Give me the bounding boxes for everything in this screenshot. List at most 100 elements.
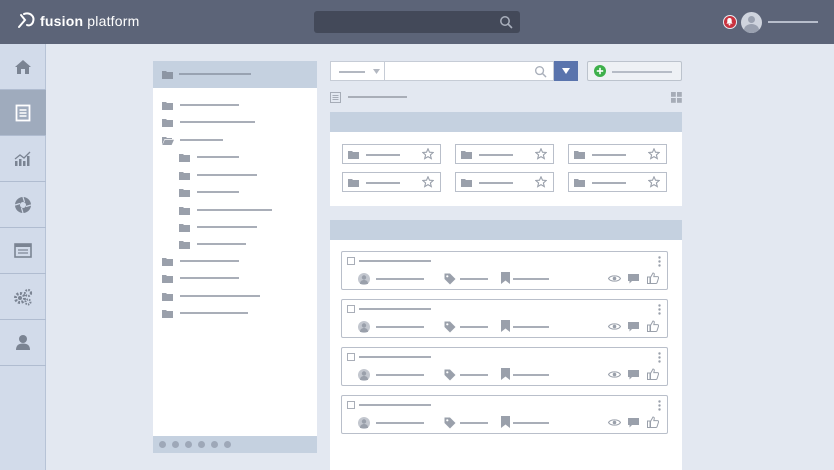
favorite-folder[interactable] <box>455 172 554 192</box>
favorites-panel <box>330 112 682 206</box>
tree-item-folder[interactable] <box>162 255 239 267</box>
more-vertical-icon[interactable] <box>658 256 661 267</box>
eye-icon[interactable] <box>608 370 621 379</box>
search-icon[interactable] <box>534 65 547 78</box>
favorite-folder[interactable] <box>455 144 554 164</box>
tree-item-folder[interactable] <box>162 272 239 284</box>
user-avatar[interactable] <box>741 12 762 33</box>
more-vertical-icon[interactable] <box>658 400 661 411</box>
folder-icon <box>461 179 472 187</box>
star-icon[interactable] <box>648 148 660 160</box>
tree-item-subfolder[interactable] <box>179 221 257 233</box>
content-search-input[interactable] <box>384 61 554 81</box>
list-item-card[interactable] <box>341 299 668 338</box>
thumbs-up-icon[interactable] <box>647 368 659 380</box>
favorite-folder[interactable] <box>568 144 667 164</box>
tag-icon[interactable] <box>444 273 456 285</box>
bookmark-icon[interactable] <box>501 272 510 284</box>
thumbs-up-icon[interactable] <box>647 272 659 284</box>
author-avatar-icon <box>358 417 370 429</box>
comment-icon[interactable] <box>628 322 639 332</box>
comment-icon[interactable] <box>628 418 639 428</box>
author-avatar-icon <box>358 369 370 381</box>
folder-icon <box>162 309 173 318</box>
tree-item-folder-open[interactable] <box>162 134 223 146</box>
folder-icon <box>179 206 190 215</box>
star-icon[interactable] <box>422 148 434 160</box>
filter-dropdown-button[interactable] <box>554 61 578 81</box>
list-item-card[interactable] <box>341 347 668 386</box>
tree-item-folder[interactable] <box>162 116 255 128</box>
star-icon[interactable] <box>422 176 434 188</box>
sidebar-item-windows[interactable] <box>0 228 46 274</box>
thumbs-up-icon[interactable] <box>647 320 659 332</box>
eye-icon[interactable] <box>608 418 621 427</box>
tree-item-folder[interactable] <box>162 99 239 111</box>
pagination-dot[interactable] <box>159 441 166 448</box>
eye-icon[interactable] <box>608 274 621 283</box>
items-panel-header <box>330 220 682 240</box>
folder-icon <box>461 151 472 159</box>
item-checkbox[interactable] <box>347 401 355 409</box>
filter-type-dropdown[interactable] <box>330 61 384 81</box>
folder-icon <box>574 151 585 159</box>
folder-icon <box>179 223 190 232</box>
star-icon[interactable] <box>535 148 547 160</box>
author-avatar-icon <box>358 273 370 285</box>
star-icon[interactable] <box>648 176 660 188</box>
tree-item-subfolder[interactable] <box>179 151 239 163</box>
comment-icon[interactable] <box>628 274 639 284</box>
author-avatar-icon <box>358 321 370 333</box>
tree-item-subfolder[interactable] <box>179 238 246 250</box>
favorite-folder[interactable] <box>342 144 441 164</box>
bookmark-icon[interactable] <box>501 368 510 380</box>
bookmark-icon[interactable] <box>501 416 510 428</box>
more-vertical-icon[interactable] <box>658 304 661 315</box>
pagination-dot[interactable] <box>198 441 205 448</box>
bookmark-icon[interactable] <box>501 320 510 332</box>
sidebar-item-documents[interactable] <box>0 90 46 136</box>
favorite-folder[interactable] <box>342 172 441 192</box>
thumbs-up-icon[interactable] <box>647 416 659 428</box>
tree-item-folder[interactable] <box>162 290 260 302</box>
pagination-dot[interactable] <box>185 441 192 448</box>
tag-icon[interactable] <box>444 321 456 333</box>
pagination-dot[interactable] <box>211 441 218 448</box>
folder-icon <box>348 179 359 187</box>
list-view-icon[interactable] <box>330 92 341 103</box>
tree-item-subfolder[interactable] <box>179 186 239 198</box>
tag-icon[interactable] <box>444 417 456 429</box>
document-icon <box>15 104 31 121</box>
item-checkbox[interactable] <box>347 353 355 361</box>
tree-item-subfolder[interactable] <box>179 204 272 216</box>
list-item-card[interactable] <box>341 251 668 290</box>
more-vertical-icon[interactable] <box>658 352 661 363</box>
folder-icon <box>348 151 359 159</box>
add-new-button[interactable] <box>587 61 682 81</box>
grid-view-icon[interactable] <box>671 92 682 103</box>
item-checkbox[interactable] <box>347 305 355 313</box>
sidebar-item-media[interactable] <box>0 182 46 228</box>
comment-icon[interactable] <box>628 370 639 380</box>
breadcrumb-placeholder <box>348 96 407 98</box>
pagination-dot[interactable] <box>172 441 179 448</box>
sidebar-item-analytics[interactable] <box>0 136 46 182</box>
notification-bell-icon[interactable] <box>723 15 737 29</box>
search-icon[interactable] <box>499 15 513 29</box>
star-icon[interactable] <box>535 176 547 188</box>
user-name-placeholder[interactable] <box>768 21 818 23</box>
tree-item-subfolder[interactable] <box>179 169 257 181</box>
app-logo[interactable]: fusion platform <box>16 11 139 31</box>
list-item-card[interactable] <box>341 395 668 434</box>
tag-icon[interactable] <box>444 369 456 381</box>
eye-icon[interactable] <box>608 322 621 331</box>
sidebar-item-users[interactable] <box>0 320 46 366</box>
sidebar-item-home[interactable] <box>0 44 46 90</box>
tree-item-folder[interactable] <box>162 307 248 319</box>
top-bar: fusion platform <box>0 0 834 44</box>
favorite-folder[interactable] <box>568 172 667 192</box>
sidebar-item-settings[interactable] <box>0 274 46 320</box>
global-search-input[interactable] <box>314 11 520 33</box>
item-checkbox[interactable] <box>347 257 355 265</box>
pagination-dot[interactable] <box>224 441 231 448</box>
